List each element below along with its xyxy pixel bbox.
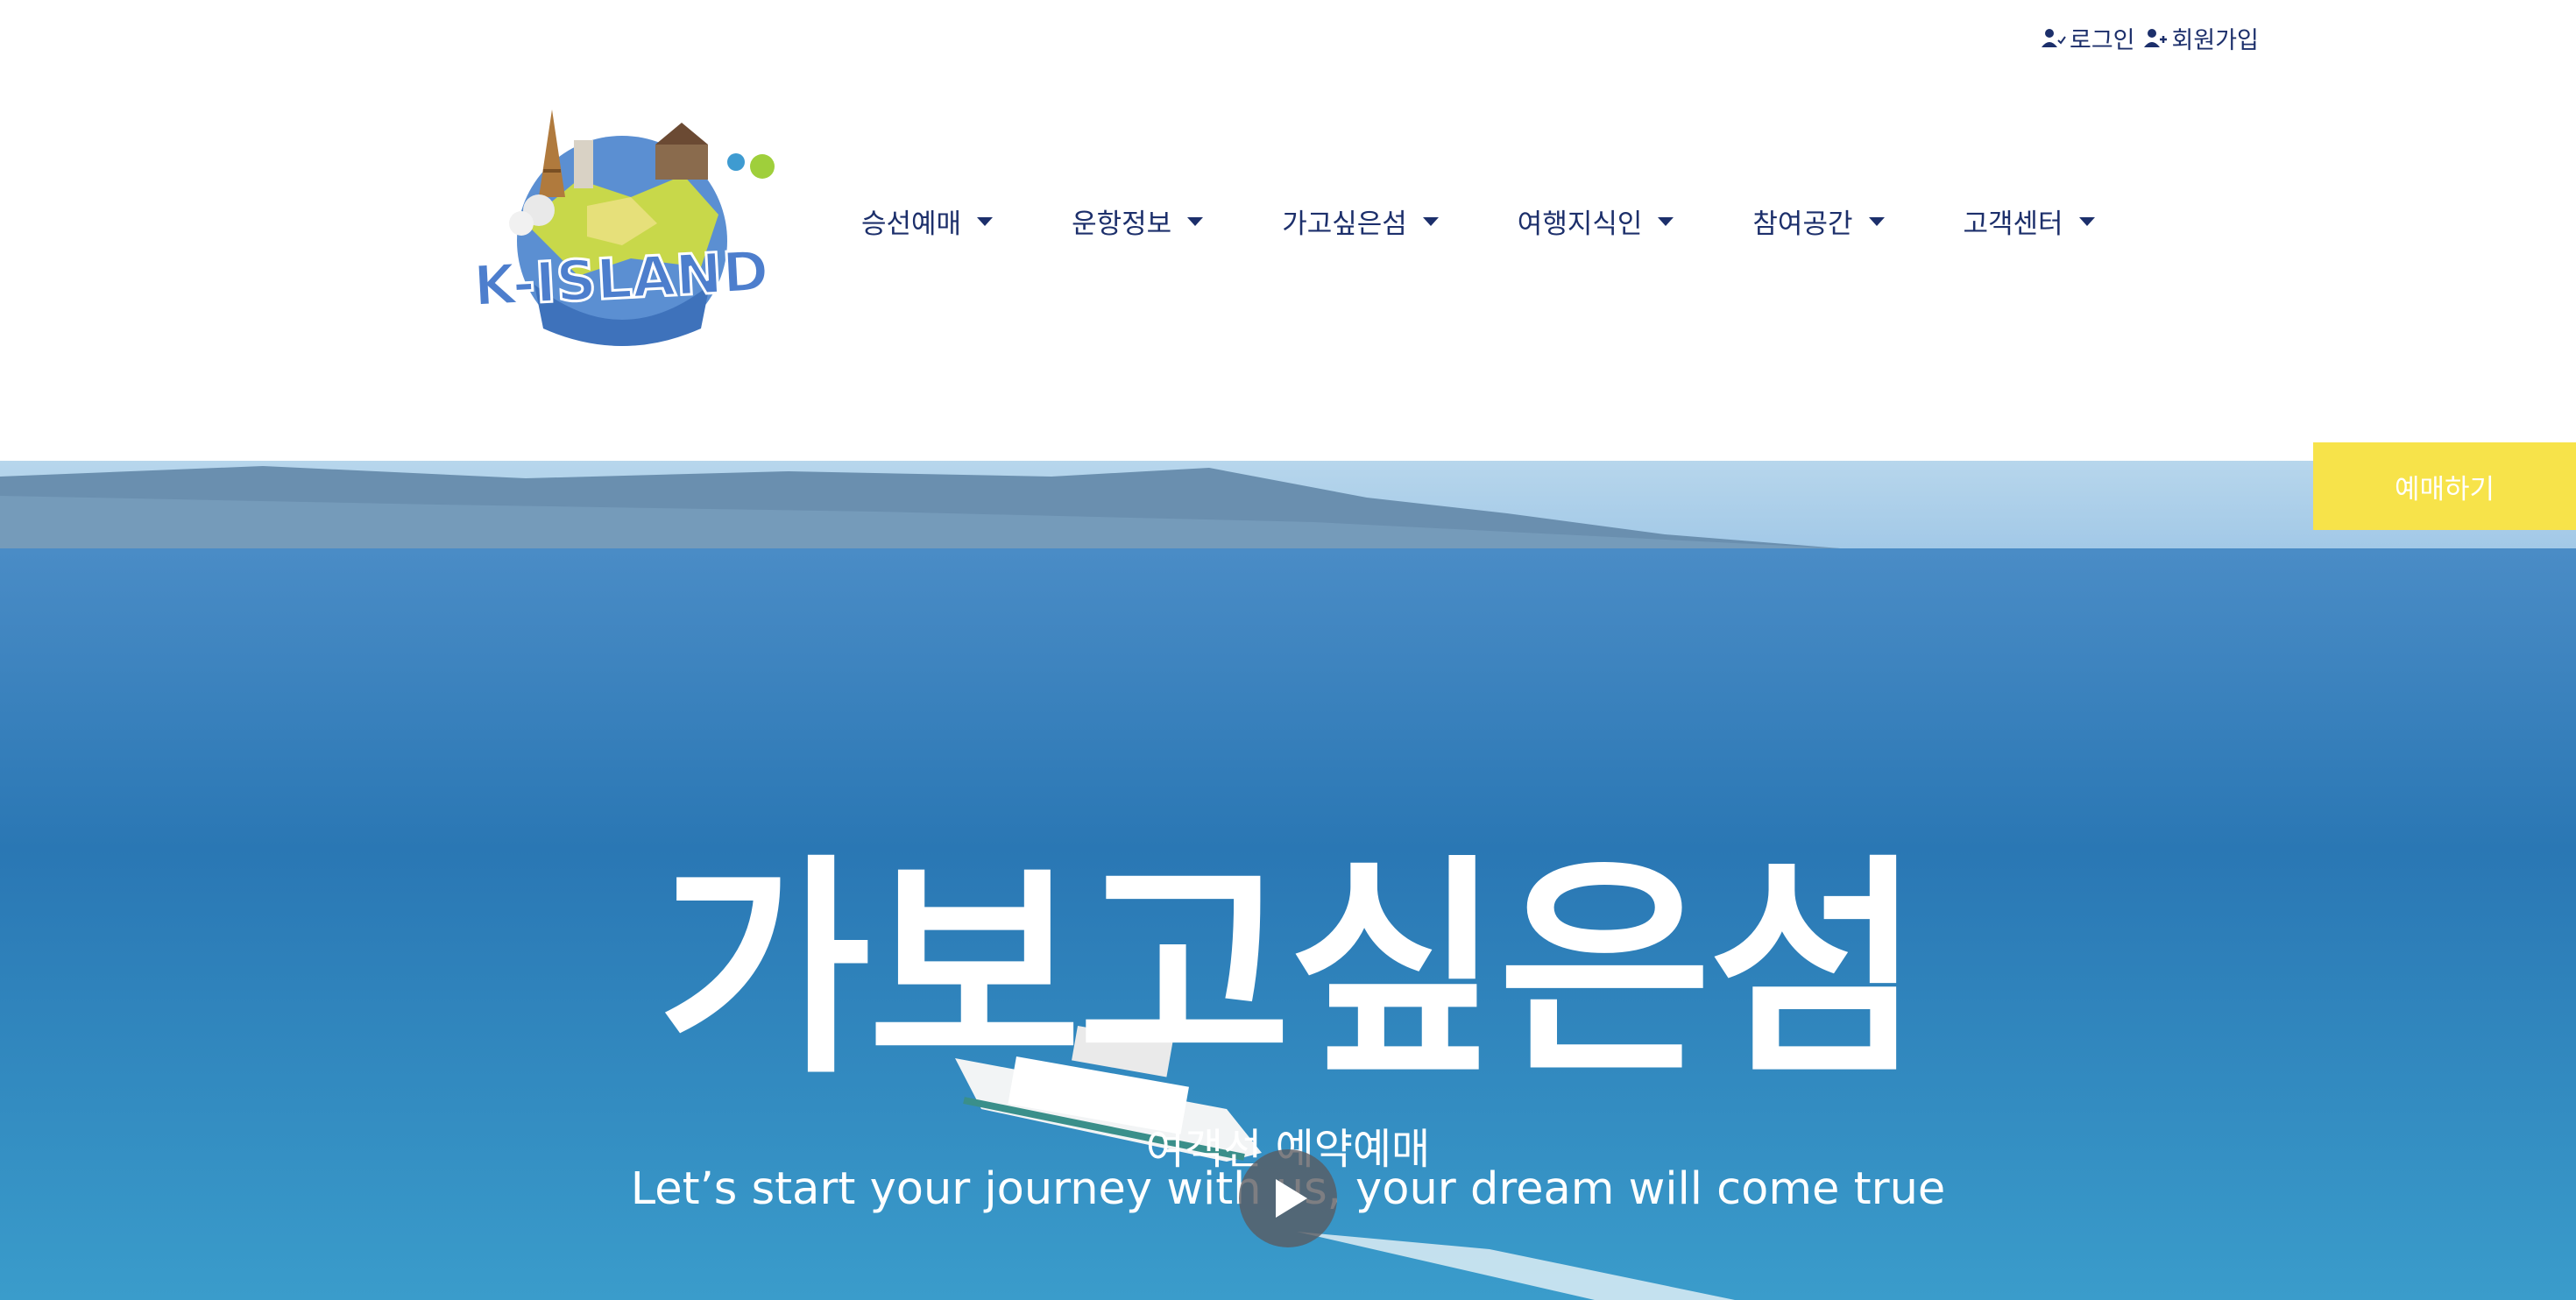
nav-item-label: 운항정보: [1072, 208, 1172, 240]
k-island-logo-icon: K-ISLAND: [471, 110, 775, 346]
user-check-icon: [2042, 28, 2066, 47]
nav-item-label: 승선예매: [861, 208, 962, 240]
caret-down-icon: [1658, 216, 1674, 226]
caret-down-icon: [1422, 216, 1439, 226]
signup-link[interactable]: 회원가입: [2143, 21, 2259, 55]
utility-bar: 로그인 회원가입: [2042, 21, 2259, 55]
nav-item-label: 고객센터: [1963, 208, 2063, 240]
nav-item-label: 여행지식인: [1517, 208, 1643, 240]
play-icon: [1276, 1179, 1307, 1218]
book-now-button[interactable]: 예매하기: [2313, 442, 2576, 530]
nav-item-label: 참여공간: [1752, 208, 1853, 240]
nav-item-booking[interactable]: 승선예매: [861, 201, 994, 241]
logo-text: K-ISLAND: [471, 239, 770, 320]
nav-item-community[interactable]: 참여공간: [1752, 201, 1885, 241]
play-button[interactable]: [1239, 1149, 1337, 1247]
nav-item-customer-center[interactable]: 고객센터: [1964, 201, 2095, 241]
caret-down-icon: [977, 216, 994, 226]
caret-down-icon: [1187, 216, 1204, 226]
site-logo[interactable]: K-ISLAND: [456, 92, 797, 355]
caret-down-icon: [2078, 216, 2095, 226]
login-label: 로그인: [2070, 27, 2135, 54]
nav-item-islands[interactable]: 가고싶은섬: [1282, 201, 1439, 241]
signup-label: 회원가입: [2171, 27, 2259, 54]
hero-title: 가보고싶은섬: [657, 836, 1922, 1106]
hero-video: 가보고싶은섬 여객선 예약예매 Let’s start your journey…: [0, 461, 2576, 1300]
nav-item-label: 가고싶은섬: [1282, 208, 1407, 240]
user-plus-icon: [2143, 28, 2167, 47]
caret-down-icon: [1868, 216, 1885, 226]
main-nav: 승선예매 운항정보 가고싶은섬 여행지식인 참여공간 고객센터: [861, 201, 2095, 241]
nav-item-operation-info[interactable]: 운항정보: [1072, 201, 1204, 241]
login-link[interactable]: 로그인: [2042, 21, 2135, 55]
nav-item-travel-knowledge[interactable]: 여행지식인: [1518, 201, 1674, 241]
